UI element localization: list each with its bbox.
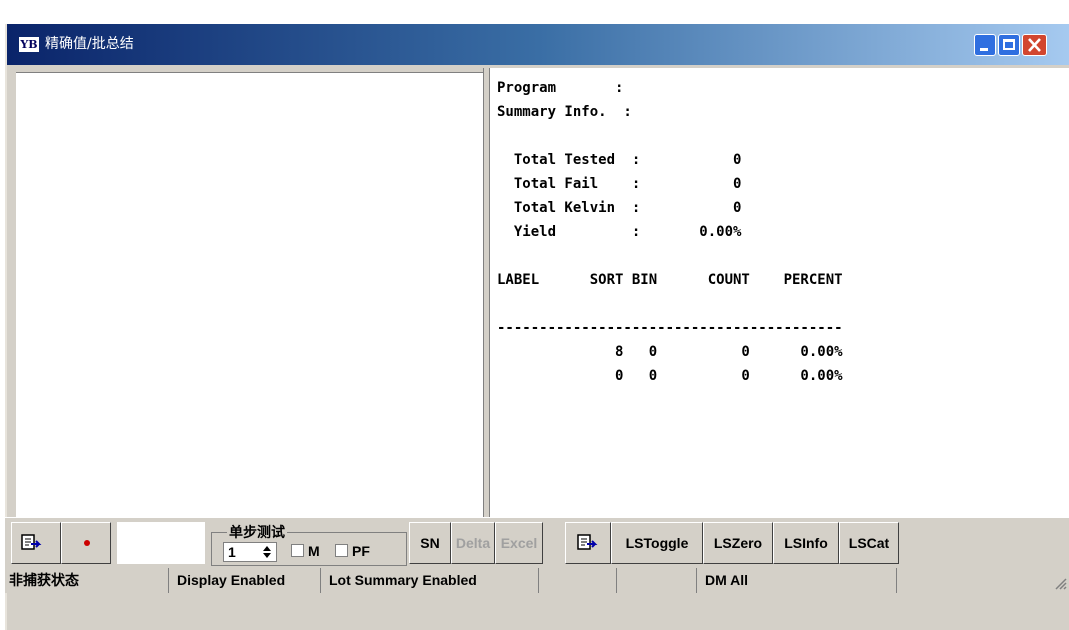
single-step-label: 单步测试 [227,524,287,540]
status-bar: 非捕获状态 Display Enabled Lot Summary Enable… [5,568,1069,593]
step-count-value: 1 [228,544,236,560]
toolbar: 单步测试 1 M PF SN Delta Excel LSToggle LSZe… [5,517,1069,568]
report-line [497,244,843,268]
export-icon [21,534,42,550]
sn-button[interactable]: SN [409,522,451,564]
excel-button[interactable]: Excel [495,522,543,564]
maximize-button[interactable] [998,34,1020,56]
record-icon [84,540,90,546]
report-line: Program : [497,80,624,96]
status-panel-blank-1 [539,568,617,593]
lot-summary-report: Program : Summary Info. : Total Tested : … [497,76,843,388]
report-line [497,124,843,148]
status-display: Display Enabled [169,568,321,593]
lstoggle-button[interactable]: LSToggle [611,522,703,564]
step-count-spinner[interactable]: 1 [223,542,277,562]
m-checkbox[interactable] [291,544,304,557]
report-line: 0 0 0 0.00% [497,368,843,384]
pf-checkbox[interactable] [335,544,348,557]
export-button[interactable] [11,522,61,564]
report-line: ----------------------------------------… [497,320,843,336]
status-display-box [117,522,205,564]
status-panel-blank-2 [617,568,697,593]
status-dm: DM All [697,568,897,593]
export-report-icon [577,534,598,550]
report-line: Summary Info. : [497,104,632,120]
window-title: 精确值/批总结 [45,36,134,52]
minimize-icon [980,48,988,51]
report-line [497,292,843,316]
lszero-button[interactable]: LSZero [703,522,773,564]
pf-checkbox-label: PF [352,543,370,559]
export-report-button[interactable] [565,522,611,564]
status-capture-state: 非捕获状态 [5,568,169,593]
minimize-button[interactable] [974,34,996,56]
lot-summary-pane[interactable]: Program : Summary Info. : Total Tested : … [490,68,1069,517]
pane-splitter[interactable] [483,68,490,517]
title-bar[interactable]: YB 精确值/批总结 [7,24,1069,65]
close-icon [1028,38,1041,52]
close-button[interactable] [1022,34,1047,56]
resize-grip-icon[interactable] [1053,576,1067,590]
app-icon[interactable]: YB [19,37,39,52]
record-button[interactable] [61,522,111,564]
delta-button[interactable]: Delta [451,522,495,564]
lsinfo-button[interactable]: LSInfo [773,522,839,564]
report-line: LABEL SORT BIN COUNT PERCENT [497,272,843,288]
left-output-pane[interactable] [16,72,483,518]
lscat-button[interactable]: LSCat [839,522,899,564]
report-line: Yield : 0.00% [497,224,742,240]
maximize-icon [1003,39,1015,50]
report-line: Total Tested : 0 [497,152,742,168]
report-line: Total Fail : 0 [497,176,742,192]
report-line: 8 0 0 0.00% [497,344,843,360]
m-checkbox-label: M [308,543,320,559]
report-line: Total Kelvin : 0 [497,200,742,216]
status-lot-summary: Lot Summary Enabled [321,568,539,593]
spinner-arrows-icon[interactable] [260,544,274,560]
